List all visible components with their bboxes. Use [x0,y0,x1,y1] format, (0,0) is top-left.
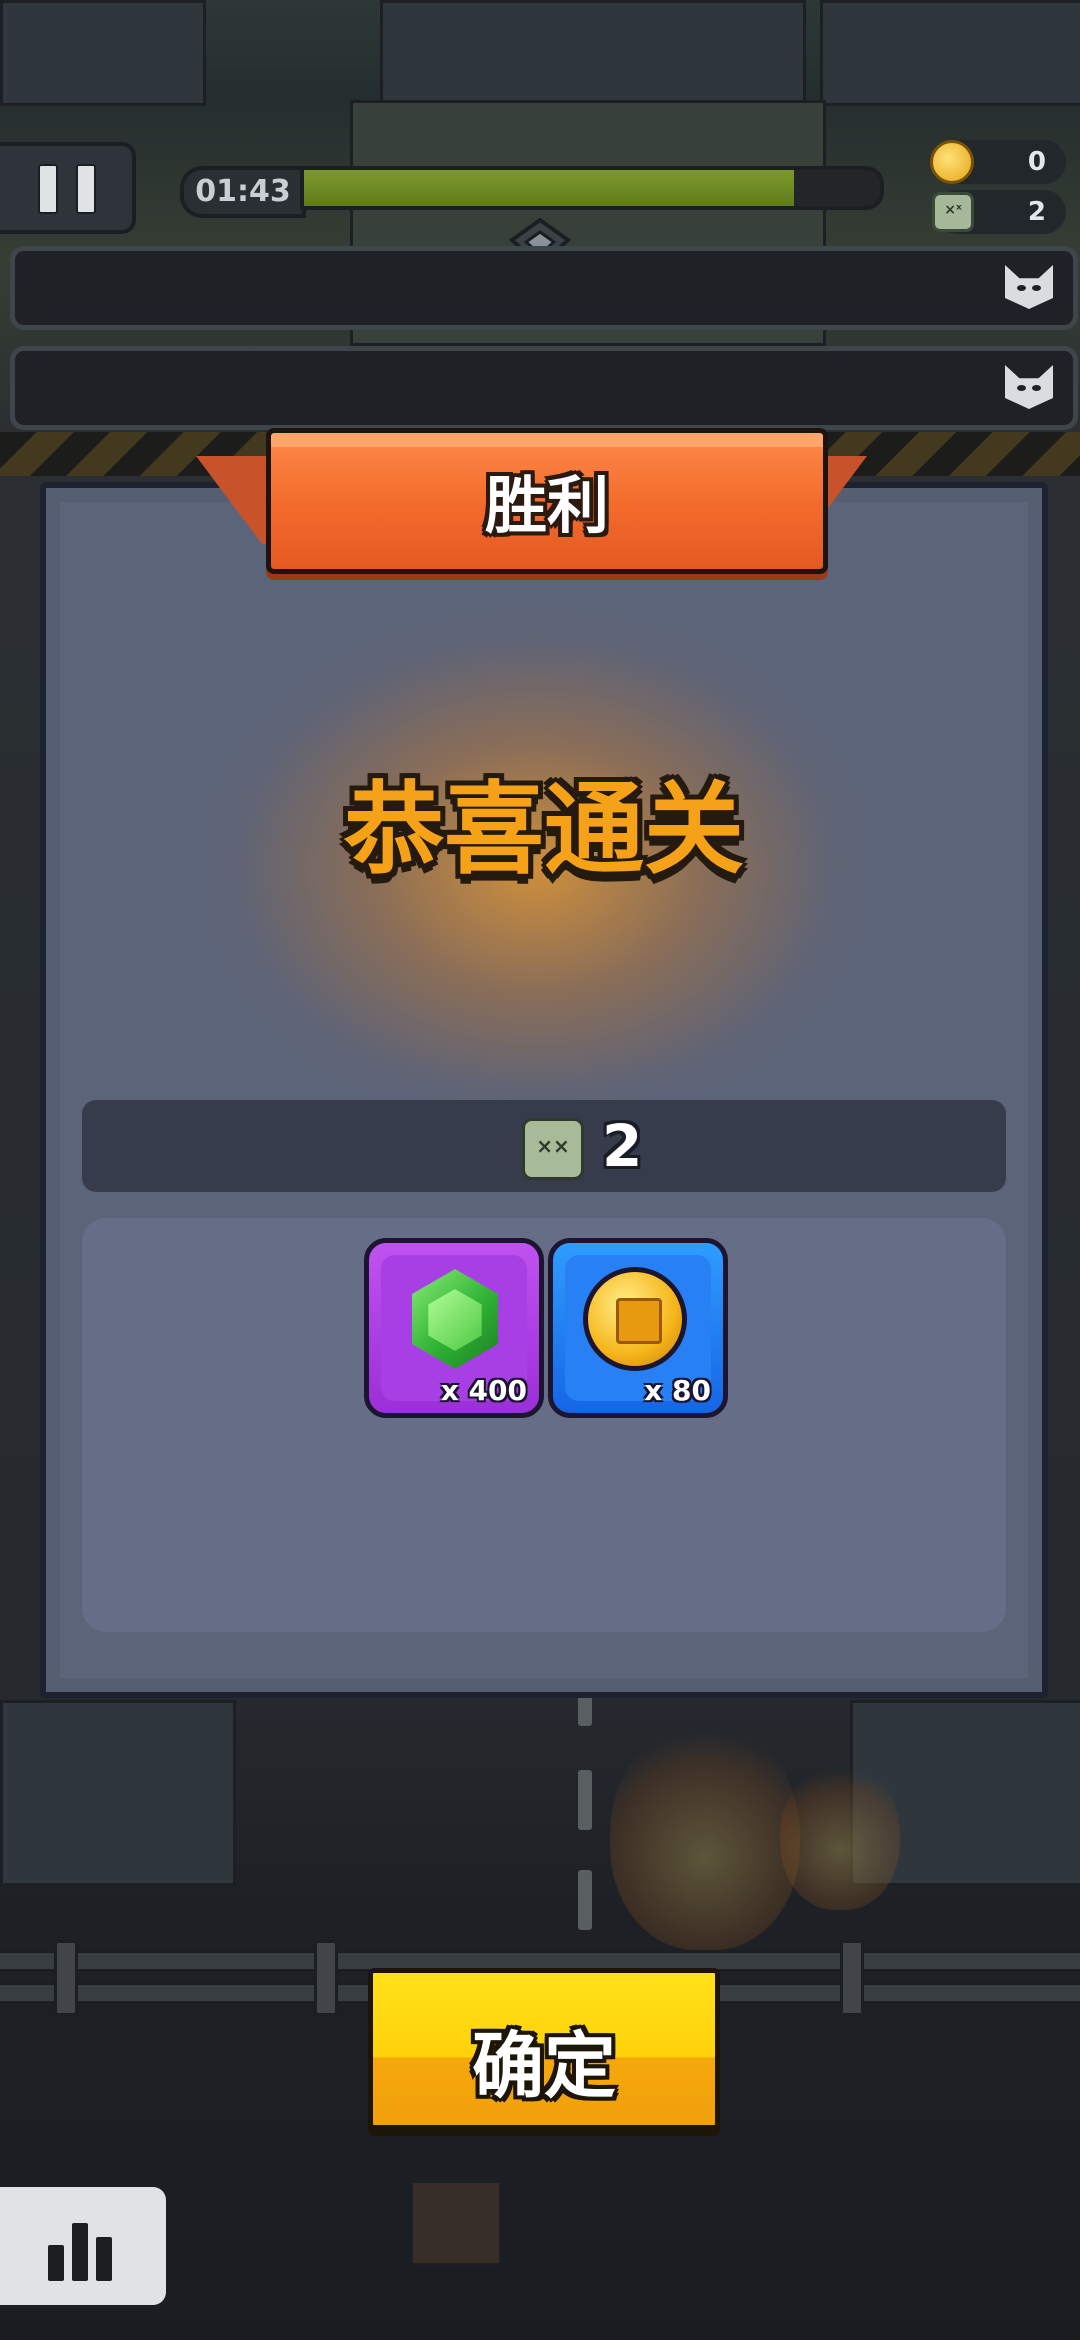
cat-skull-icon [1005,265,1053,309]
stats-icon-bar [72,2223,88,2281]
kill-summary-row: ×× 2 [82,1100,1006,1192]
kill-summary-count: 2 [602,1112,643,1180]
cat-eye [1032,385,1041,391]
cat-eye [1017,385,1026,391]
coin-icon [930,140,974,184]
reward-quantity: x 400 [440,1374,527,1407]
stats-icon [48,2245,64,2281]
stats-button[interactable] [0,2182,171,2310]
confirm-label: 确定 [471,2024,616,2108]
reward-quantity: x 80 [644,1374,711,1407]
stats-icon-bar [96,2237,112,2281]
cat-skull-icon [1005,365,1053,409]
banner-title: 胜利 [484,469,609,542]
zombie-icon: ×× [522,1118,584,1180]
victory-banner: 胜利 [266,428,828,574]
level-progress-bar [300,166,884,210]
reward-gem-card[interactable]: x 400 [364,1238,544,1418]
level-progress-fill [304,170,794,206]
banner-highlight [271,433,823,447]
pause-icon-bar [76,164,96,214]
coin-icon [583,1267,687,1371]
coin-count: 0 [1027,147,1046,177]
cat-eye [1032,285,1041,291]
victory-dialog: 恭喜通关 ×× 2 x 400 x 80 [40,482,1048,1698]
congrats-title: 恭喜通关 [344,771,744,888]
timer: 01:43 [180,166,306,218]
boss-health-bar [10,246,1078,330]
zombie-icon: ×ˣ [932,192,974,232]
cat-eye [1017,285,1026,291]
kill-count: 2 [1027,197,1046,227]
coin-emblem [616,1298,662,1344]
confirm-button[interactable]: 确定 [368,1968,720,2130]
boss-health-bar [10,346,1078,430]
pause-button[interactable] [0,142,136,234]
reward-coin-card[interactable]: x 80 [548,1238,728,1418]
pause-icon [38,164,58,214]
reward-panel: x 400 x 80 [82,1218,1006,1632]
